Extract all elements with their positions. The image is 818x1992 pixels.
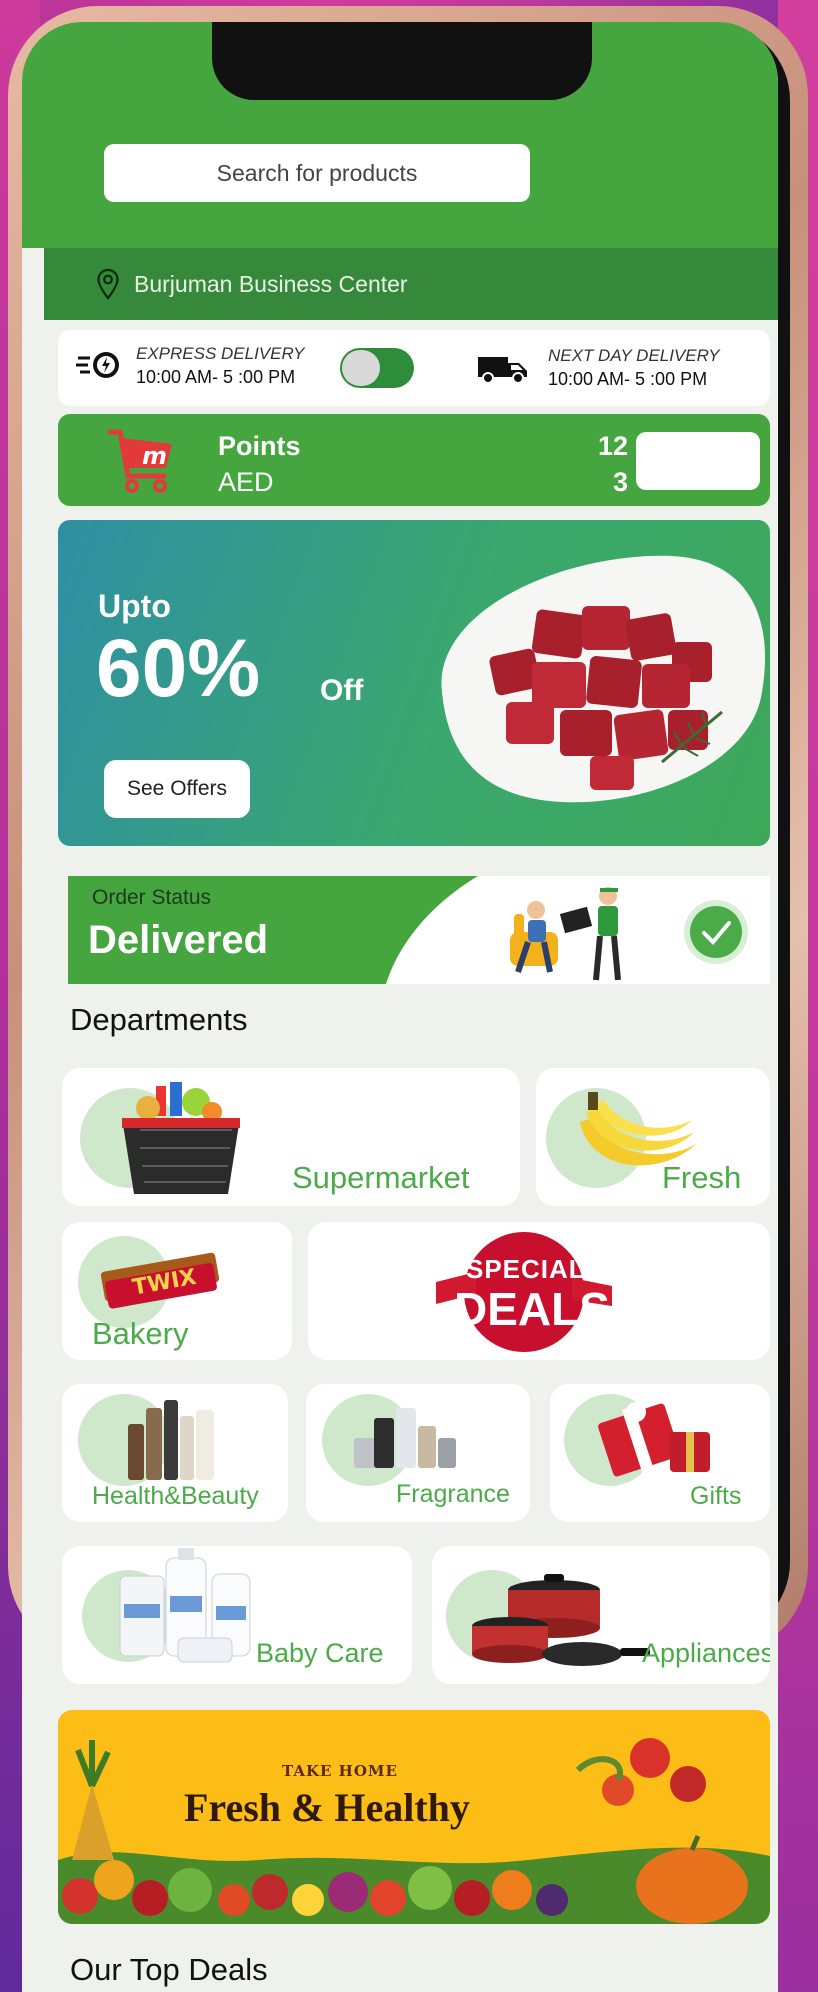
meat-plate-image	[441, 555, 766, 803]
dept-baby-care[interactable]: Baby Care	[62, 1546, 412, 1684]
departments-title: Departments	[70, 1002, 248, 1037]
delivery-toggle[interactable]	[340, 348, 414, 388]
phone-notch	[212, 22, 592, 100]
fresh-healthy-banner[interactable]: TAKE HOME Fresh & Healthy	[58, 1710, 770, 1924]
points-action-box[interactable]	[636, 432, 760, 490]
express-time: 10:00 AM- 5 :00 PM	[136, 367, 296, 387]
aed-value: 3	[612, 467, 628, 497]
baby-care-products-icon	[119, 1548, 251, 1663]
check-circle-icon	[684, 900, 748, 964]
cookware-icon	[472, 1574, 650, 1666]
cosmetics-icon	[128, 1400, 214, 1480]
svg-text:m: m	[142, 442, 167, 470]
dept-supermarket[interactable]: Supermarket	[62, 1068, 520, 1206]
search-input[interactable]: Search for products	[104, 144, 530, 202]
promo-banner[interactable]: Upto 60% Off See Offers	[58, 520, 770, 846]
top-deals-title: Our Top Deals	[70, 1952, 268, 1987]
dept-fresh[interactable]: Fresh	[536, 1068, 770, 1206]
points-label: Points	[218, 431, 301, 461]
banner-headline: Fresh & Healthy	[184, 1785, 470, 1830]
dept-appliances-label: Appliances	[642, 1638, 770, 1668]
dept-health-beauty-label: Health&Beauty	[92, 1482, 259, 1510]
dept-health-beauty[interactable]: Health&Beauty	[62, 1384, 288, 1522]
dept-gifts[interactable]: Gifts	[550, 1384, 770, 1522]
dept-baby-care-label: Baby Care	[256, 1638, 384, 1668]
app-screen: Search for products Burjuman Business Ce…	[22, 22, 778, 1992]
see-offers-button[interactable]: See Offers	[104, 760, 250, 818]
express-label: EXPRESS DELIVERY	[136, 344, 305, 363]
delivery-truck-icon	[478, 357, 527, 384]
dept-fragrance-label: Fragrance	[396, 1480, 510, 1508]
search-placeholder: Search for products	[216, 159, 418, 186]
special-deals-line2: DEALS	[454, 1283, 610, 1335]
dept-supermarket-label: Supermarket	[292, 1160, 470, 1195]
promo-off: Off	[320, 674, 364, 707]
next-day-time: 10:00 AM- 5 :00 PM	[548, 369, 708, 389]
order-status-card[interactable]: Order Status Delivered	[68, 876, 770, 984]
next-day-delivery[interactable]: NEXT DAY DELIVERY 10:00 AM- 5 :00 PM	[476, 346, 720, 390]
dept-fresh-label: Fresh	[662, 1160, 742, 1195]
dept-fragrance[interactable]: Fragrance	[306, 1384, 530, 1522]
map-pin-icon	[97, 268, 119, 300]
promo-upto: Upto	[98, 588, 171, 624]
special-deals-line1: SPECIAL	[466, 1254, 586, 1284]
promo-percent: 60%	[96, 623, 261, 714]
aed-label: AED	[218, 467, 274, 497]
points-value: 12	[597, 431, 628, 461]
delivery-options: EXPRESS DELIVERY 10:00 AM- 5 :00 PM NEXT…	[58, 330, 770, 406]
dept-appliances[interactable]: Appliances	[432, 1546, 770, 1684]
cart-logo-icon: m	[107, 429, 172, 493]
points-card[interactable]: m Points AED 12 3	[58, 414, 770, 506]
perfume-bottles-icon	[354, 1408, 456, 1468]
gift-box-icon	[598, 1402, 710, 1477]
twix-bar-icon: TWIX	[100, 1252, 220, 1309]
location-name: Burjuman Business Center	[134, 270, 408, 297]
dept-special-deals[interactable]: SPECIAL DEALS	[308, 1222, 770, 1360]
location-bar[interactable]: Burjuman Business Center	[44, 248, 778, 320]
next-day-label: NEXT DAY DELIVERY	[548, 346, 720, 365]
dept-bakery-label: Bakery	[92, 1316, 189, 1351]
delivery-handover-illustration	[510, 887, 621, 981]
dept-gifts-label: Gifts	[690, 1482, 742, 1510]
banner-take-home: TAKE HOME	[282, 1762, 398, 1780]
shopping-basket-icon	[122, 1082, 240, 1194]
fast-delivery-icon	[76, 352, 119, 378]
toggle-knob	[342, 350, 380, 386]
express-delivery[interactable]: EXPRESS DELIVERY 10:00 AM- 5 :00 PM	[76, 344, 305, 388]
order-status-value: Delivered	[88, 918, 269, 962]
dept-bakery[interactable]: TWIX Bakery	[62, 1222, 292, 1360]
order-status-label: Order Status	[92, 886, 212, 909]
